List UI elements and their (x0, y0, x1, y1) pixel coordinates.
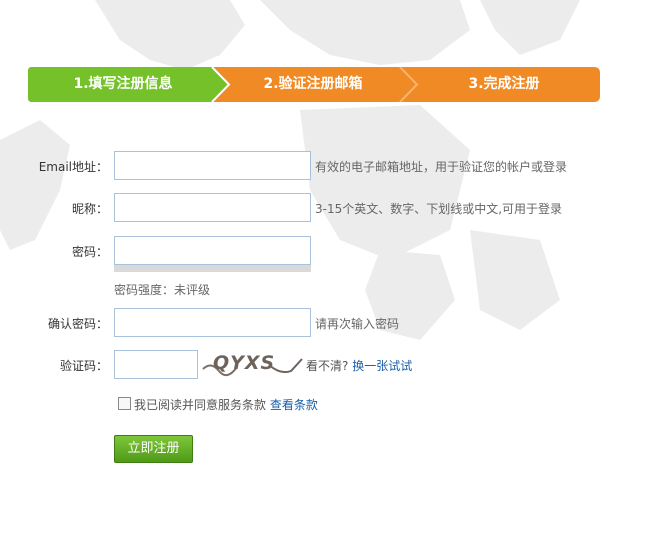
password-strength: 密码强度：未评级 (114, 281, 210, 298)
submit-button[interactable]: 立即注册 (114, 435, 193, 463)
view-terms-link[interactable]: 查看条款 (270, 398, 318, 412)
password-strength-bar (114, 265, 311, 272)
email-hint: 有效的电子邮箱地址，用于验证您的帐户或登录 (315, 160, 568, 174)
confirm-password-hint: 请再次输入密码 (315, 317, 400, 331)
nickname-input[interactable] (114, 193, 311, 222)
captcha-image[interactable]: QYXS (201, 347, 303, 377)
captcha-unclear-text: 看不清? (306, 359, 349, 373)
captcha-refresh-link[interactable]: 换一张试试 (352, 359, 412, 373)
confirm-password-label: 确认密码： (47, 317, 108, 331)
captcha-label: 验证码： (59, 359, 108, 373)
confirm-password-input[interactable] (114, 308, 311, 337)
registration-form: Email地址： 有效的电子邮箱地址，用于验证您的帐户或登录 昵称： 3-15个… (0, 0, 670, 540)
email-label: Email地址： (38, 160, 108, 174)
captcha-text: QYXS (213, 352, 275, 374)
password-label: 密码： (71, 245, 108, 259)
password-input[interactable] (114, 236, 311, 265)
email-input[interactable] (114, 151, 311, 180)
agree-text: 我已阅读并同意服务条款 (134, 398, 267, 412)
nickname-hint: 3-15个英文、数字、下划线或中文,可用于登录 (315, 202, 563, 216)
captcha-input[interactable] (114, 350, 198, 379)
password-strength-label: 密码强度： (114, 283, 175, 297)
agree-checkbox[interactable] (118, 397, 131, 410)
agree-row: 我已阅读并同意服务条款 查看条款 (134, 396, 318, 413)
nickname-label: 昵称： (71, 202, 108, 216)
password-strength-value: 未评级 (174, 283, 211, 297)
captcha-refresh: 看不清? 换一张试试 (306, 357, 412, 374)
